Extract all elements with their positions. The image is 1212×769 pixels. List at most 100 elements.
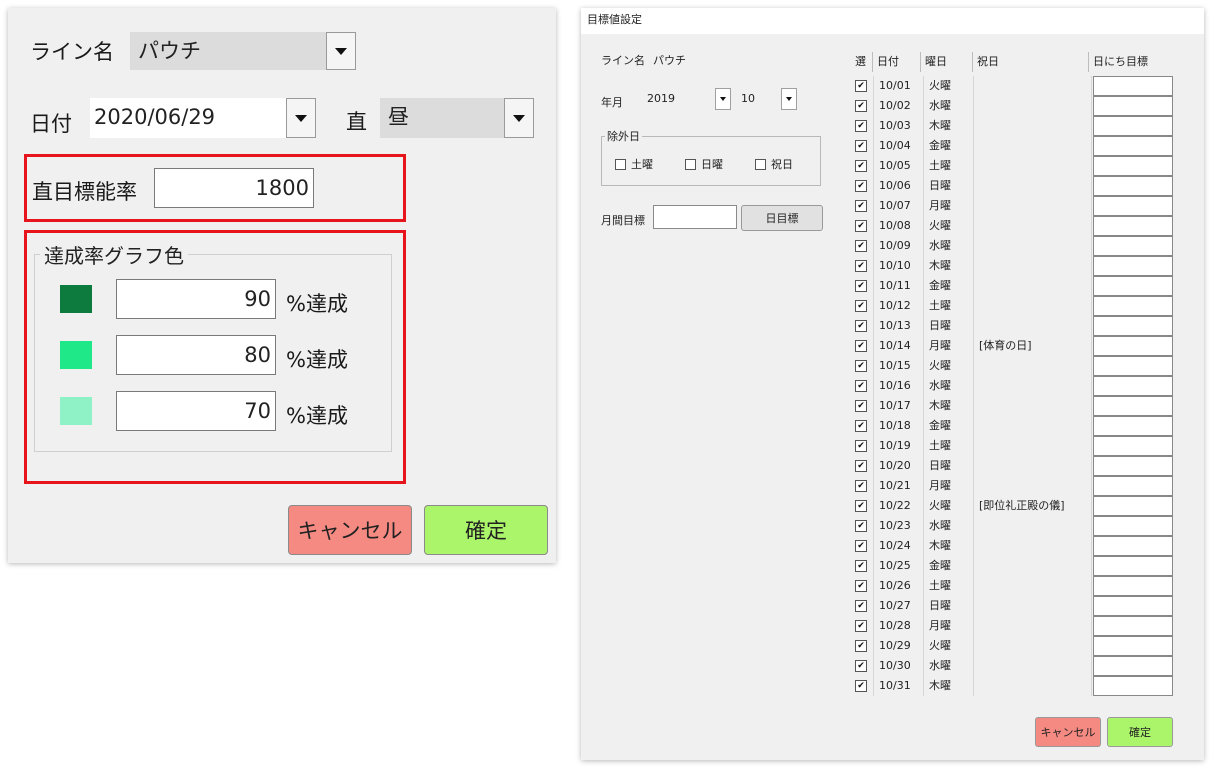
threshold-input-90[interactable]: 90 [116, 279, 276, 319]
daily-target-input[interactable] [1093, 656, 1173, 676]
row-checkbox[interactable]: ✔ [855, 100, 867, 112]
table-row[interactable]: ✔ 10/01 火曜 [851, 76, 1173, 96]
daily-target-input[interactable] [1093, 336, 1173, 356]
daily-target-input[interactable] [1093, 176, 1173, 196]
table-row[interactable]: ✔ 10/22 火曜 [即位礼正殿の儀] [851, 496, 1173, 516]
target-efficiency-input[interactable]: 1800 [154, 168, 314, 208]
table-row[interactable]: ✔ 10/02 水曜 [851, 96, 1173, 116]
table-row[interactable]: ✔ 10/10 木曜 [851, 256, 1173, 276]
table-row[interactable]: ✔ 10/30 水曜 [851, 656, 1173, 676]
exclude-saturday-checkbox[interactable]: 土曜 [615, 156, 653, 172]
date-dropdown-button[interactable] [286, 98, 316, 138]
column-header-daily-target[interactable]: 日にち目標 [1089, 52, 1173, 72]
row-checkbox[interactable]: ✔ [855, 640, 867, 652]
daily-target-input[interactable] [1093, 416, 1173, 436]
daily-target-input[interactable] [1093, 616, 1173, 636]
line-name-select[interactable]: パウチ [130, 32, 326, 70]
row-checkbox[interactable]: ✔ [855, 480, 867, 492]
daily-target-input[interactable] [1093, 196, 1173, 216]
table-row[interactable]: ✔ 10/24 木曜 [851, 536, 1173, 556]
row-checkbox[interactable]: ✔ [855, 120, 867, 132]
row-checkbox[interactable]: ✔ [855, 680, 867, 692]
row-checkbox[interactable]: ✔ [855, 80, 867, 92]
table-row[interactable]: ✔ 10/28 月曜 [851, 616, 1173, 636]
row-checkbox[interactable]: ✔ [855, 180, 867, 192]
table-row[interactable]: ✔ 10/29 火曜 [851, 636, 1173, 656]
table-row[interactable]: ✔ 10/08 火曜 [851, 216, 1173, 236]
table-row[interactable]: ✔ 10/15 火曜 [851, 356, 1173, 376]
year-select[interactable]: 2019 [643, 88, 715, 110]
daily-target-input[interactable] [1093, 96, 1173, 116]
table-row[interactable]: ✔ 10/16 水曜 [851, 376, 1173, 396]
daily-target-input[interactable] [1093, 516, 1173, 536]
table-row[interactable]: ✔ 10/04 金曜 [851, 136, 1173, 156]
row-checkbox[interactable]: ✔ [855, 340, 867, 352]
table-row[interactable]: ✔ 10/09 水曜 [851, 236, 1173, 256]
row-checkbox[interactable]: ✔ [855, 420, 867, 432]
row-checkbox[interactable]: ✔ [855, 560, 867, 572]
month-dropdown-button[interactable] [781, 88, 797, 110]
threshold-input-70[interactable]: 70 [116, 391, 276, 431]
table-row[interactable]: ✔ 10/06 日曜 [851, 176, 1173, 196]
cancel-button[interactable]: キャンセル [1035, 717, 1101, 747]
line-name-dropdown-button[interactable] [326, 32, 356, 70]
column-header-weekday[interactable]: 曜日 [921, 52, 973, 72]
row-checkbox[interactable]: ✔ [855, 140, 867, 152]
row-checkbox[interactable]: ✔ [855, 300, 867, 312]
row-checkbox[interactable]: ✔ [855, 160, 867, 172]
daily-target-button[interactable]: 日目標 [741, 205, 823, 231]
table-row[interactable]: ✔ 10/21 月曜 [851, 476, 1173, 496]
daily-target-input[interactable] [1093, 276, 1173, 296]
row-checkbox[interactable]: ✔ [855, 240, 867, 252]
row-checkbox[interactable]: ✔ [855, 260, 867, 272]
table-row[interactable]: ✔ 10/12 土曜 [851, 296, 1173, 316]
table-row[interactable]: ✔ 10/17 木曜 [851, 396, 1173, 416]
checkbox-box[interactable] [755, 158, 766, 170]
row-checkbox[interactable]: ✔ [855, 320, 867, 332]
daily-target-input[interactable] [1093, 156, 1173, 176]
table-row[interactable]: ✔ 10/20 日曜 [851, 456, 1173, 476]
daily-target-input[interactable] [1093, 116, 1173, 136]
daily-target-input[interactable] [1093, 636, 1173, 656]
threshold-input-80[interactable]: 80 [116, 335, 276, 375]
daily-target-input[interactable] [1093, 596, 1173, 616]
daily-target-input[interactable] [1093, 256, 1173, 276]
row-checkbox[interactable]: ✔ [855, 440, 867, 452]
row-checkbox[interactable]: ✔ [855, 400, 867, 412]
monthly-target-input[interactable] [653, 205, 737, 229]
exclude-holiday-checkbox[interactable]: 祝日 [755, 156, 793, 172]
table-row[interactable]: ✔ 10/07 月曜 [851, 196, 1173, 216]
daily-target-input[interactable] [1093, 576, 1173, 596]
table-row[interactable]: ✔ 10/05 土曜 [851, 156, 1173, 176]
column-header-date[interactable]: 日付 [873, 52, 921, 72]
checkbox-box[interactable] [615, 158, 626, 170]
row-checkbox[interactable]: ✔ [855, 500, 867, 512]
month-select[interactable]: 10 [737, 88, 779, 110]
daily-target-input[interactable] [1093, 496, 1173, 516]
column-header-select[interactable]: 選 [851, 52, 873, 72]
table-row[interactable]: ✔ 10/19 土曜 [851, 436, 1173, 456]
shift-select[interactable]: 昼 [380, 98, 504, 138]
daily-target-input[interactable] [1093, 356, 1173, 376]
daily-target-input[interactable] [1093, 296, 1173, 316]
checkbox-box[interactable] [685, 158, 696, 170]
daily-target-input[interactable] [1093, 536, 1173, 556]
daily-target-input[interactable] [1093, 76, 1173, 96]
daily-target-input[interactable] [1093, 316, 1173, 336]
daily-target-input[interactable] [1093, 456, 1173, 476]
row-checkbox[interactable]: ✔ [855, 280, 867, 292]
confirm-button[interactable]: 確定 [424, 505, 548, 555]
table-row[interactable]: ✔ 10/25 金曜 [851, 556, 1173, 576]
exclude-sunday-checkbox[interactable]: 日曜 [685, 156, 723, 172]
daily-target-input[interactable] [1093, 436, 1173, 456]
row-checkbox[interactable]: ✔ [855, 620, 867, 632]
color-swatch-70[interactable] [60, 397, 92, 425]
row-checkbox[interactable]: ✔ [855, 580, 867, 592]
daily-target-input[interactable] [1093, 676, 1173, 696]
row-checkbox[interactable]: ✔ [855, 600, 867, 612]
date-picker[interactable]: 2020/06/29 [90, 98, 286, 138]
cancel-button[interactable]: キャンセル [288, 505, 412, 555]
table-row[interactable]: ✔ 10/23 水曜 [851, 516, 1173, 536]
table-row[interactable]: ✔ 10/31 木曜 [851, 676, 1173, 696]
table-row[interactable]: ✔ 10/26 土曜 [851, 576, 1173, 596]
